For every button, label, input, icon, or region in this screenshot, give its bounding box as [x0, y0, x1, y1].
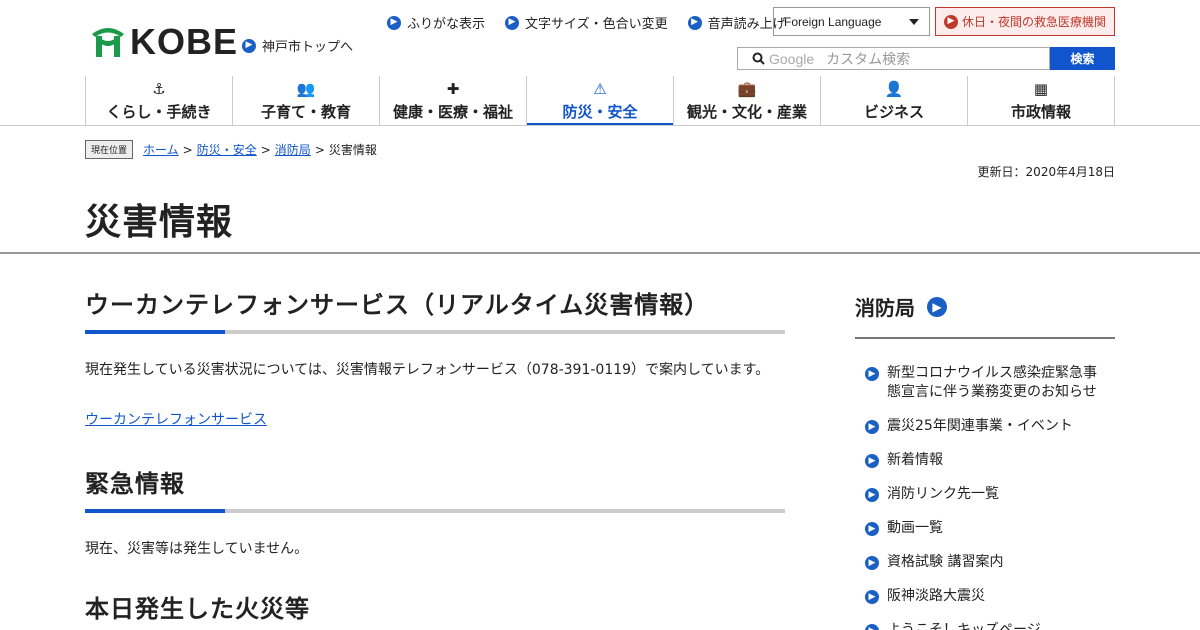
sidebar-item-videos[interactable]: ▶ 動画一覧: [865, 519, 1110, 538]
sidebar-item-kids[interactable]: ▶ ようこそ！キッズページ: [865, 621, 1110, 630]
nav-item-childcare[interactable]: 👥 子育て・教育: [233, 76, 380, 126]
sidebar-item-earthquake-25[interactable]: ▶ 震災25年関連事業・イベント: [865, 417, 1110, 436]
hospital-icon: ✚: [446, 80, 460, 98]
arrow-right-icon: ▶: [387, 15, 401, 30]
logo-text: KOBE: [130, 21, 239, 62]
telephone-service-link[interactable]: ウーカンテレフォンサービス: [85, 412, 267, 428]
sidebar-item-exams[interactable]: ▶ 資格試験 講習案内: [865, 553, 1110, 572]
heading-underline: [85, 330, 785, 334]
search-placeholder: カスタム検索: [826, 51, 911, 68]
kobe-logo[interactable]: KOBE: [88, 24, 238, 60]
arrow-right-icon: ▶: [242, 38, 256, 53]
arrow-right-icon: ▶: [865, 556, 879, 570]
arrow-right-icon: ▶: [865, 624, 879, 630]
sidebar-item-label: 資格試験 講習案内: [887, 554, 1004, 570]
breadcrumb: 現在位置 ホーム > 防災・安全 > 消防局 > 災害情報: [85, 140, 377, 159]
sidebar-divider: [855, 337, 1115, 339]
person-icon: 👤: [884, 80, 904, 98]
language-select[interactable]: Foreign Language: [773, 7, 930, 36]
sidebar-item-label: 消防リンク先一覧: [887, 486, 999, 502]
nav-label: 健康・医療・福祉: [392, 103, 513, 121]
arrow-right-icon: ▶: [865, 522, 879, 536]
arrow-right-icon: ▶: [865, 420, 879, 434]
search-icon: [752, 52, 765, 65]
arrow-right-icon: ▶: [687, 15, 702, 30]
people-icon: 👥: [296, 80, 316, 98]
building-icon: ▦: [1033, 80, 1049, 98]
breadcrumb-home[interactable]: ホーム: [143, 141, 179, 158]
updated-date: 更新日：2020年4月18日: [977, 165, 1115, 179]
google-brand: Google: [769, 50, 815, 67]
emergency-medical-link[interactable]: ▶ 休日・夜間の救急医療機関: [935, 7, 1115, 36]
nav-label: 子育て・教育: [260, 103, 351, 121]
search-button[interactable]: 検索: [1050, 47, 1115, 70]
nav-item-health[interactable]: ✚ 健康・医療・福祉: [380, 76, 527, 126]
emergency-label: 休日・夜間の救急医療機関: [961, 15, 1106, 29]
text-size-color-link[interactable]: ▶ 文字サイズ・色合い変更: [505, 13, 668, 32]
arrow-right-icon: ▶: [865, 488, 879, 502]
arrow-right-icon: ▶: [865, 590, 879, 604]
breadcrumb-safety[interactable]: 防災・安全: [197, 141, 257, 158]
nav-label: くらし・手続き: [106, 103, 212, 121]
nav-item-safety[interactable]: ⚠ 防災・安全: [527, 76, 674, 126]
sidebar-item-label: 新型コロナウイルス感染症緊急事態宣言に伴う業務変更のお知らせ: [887, 365, 1097, 400]
breadcrumb-badge: 現在位置: [85, 140, 134, 159]
arrow-right-icon: ▶: [943, 14, 958, 29]
section-heading-emergency: 緊急情報: [85, 470, 185, 498]
text-size-label: 文字サイズ・色合い変更: [525, 17, 668, 32]
breadcrumb-separator: >: [314, 142, 325, 157]
sidebar-item-links[interactable]: ▶ 消防リンク先一覧: [865, 485, 1110, 504]
utility-links: ▶ ふりがな表示 ▶ 文字サイズ・色合い変更 ▶ 音声読み上げ: [387, 13, 786, 32]
breadcrumb-fire-dept[interactable]: 消防局: [275, 141, 311, 158]
nav-label: 観光・文化・産業: [686, 103, 807, 121]
nav-label: 市政情報: [1010, 103, 1071, 121]
caret-down-icon: [909, 18, 919, 25]
city-top-link-label: 神戸市トップへ: [262, 40, 354, 55]
emergency-status-text: 現在、災害等は発生していません。: [85, 541, 309, 557]
sidebar-item-label: 動画一覧: [887, 520, 943, 536]
heading-underline: [85, 509, 785, 513]
nav-item-city-admin[interactable]: ▦ 市政情報: [968, 76, 1115, 126]
city-top-link[interactable]: ▶ 神戸市トップへ: [242, 36, 353, 55]
anchor-icon: ⚓: [152, 80, 166, 98]
breadcrumb-separator: >: [260, 142, 271, 157]
sidebar-item-label: 震災25年関連事業・イベント: [887, 418, 1073, 434]
sidebar-item-covid-notice[interactable]: ▶ 新型コロナウイルス感染症緊急事態宣言に伴う業務変更のお知らせ: [865, 364, 1110, 402]
breadcrumb-separator: >: [182, 142, 193, 157]
breadcrumb-current: 災害情報: [328, 143, 377, 157]
arrow-right-icon: ▶: [505, 15, 520, 30]
nav-label: ビジネス: [863, 103, 924, 121]
page-title: 災害情報: [85, 202, 234, 243]
arrow-right-icon: ▶: [865, 454, 879, 468]
nav-divider: [0, 125, 1200, 126]
sidebar-title-link[interactable]: 消防局 ▶: [855, 292, 947, 321]
furigana-link[interactable]: ▶ ふりがな表示: [387, 13, 485, 32]
search-input[interactable]: Google カスタム検索: [737, 47, 1050, 70]
sidebar-item-label: 新着情報: [887, 452, 943, 468]
global-nav: ⚓ くらし・手続き 👥 子育て・教育 ✚ 健康・医療・福祉 ⚠ 防災・安全 💼 …: [85, 76, 1115, 126]
sidebar-item-hanshin[interactable]: ▶ 阪神淡路大震災: [865, 587, 1110, 606]
sidebar-item-news[interactable]: ▶ 新着情報: [865, 451, 1110, 470]
section-heading-telephone: ウーカンテレフォンサービス（リアルタイム災害情報）: [85, 291, 710, 319]
kobe-emblem-icon: [92, 28, 124, 57]
suitcase-icon: 💼: [737, 80, 757, 98]
sidebar-item-label: 阪神淡路大震災: [887, 588, 985, 604]
furigana-label: ふりがな表示: [407, 17, 486, 32]
warning-icon: ⚠: [593, 80, 607, 98]
nav-item-tourism[interactable]: 💼 観光・文化・産業: [674, 76, 821, 126]
arrow-right-icon: ▶: [865, 367, 879, 381]
sidebar-list: ▶ 新型コロナウイルス感染症緊急事態宣言に伴う業務変更のお知らせ ▶ 震災25年関連…: [865, 364, 1110, 630]
title-divider: [0, 252, 1200, 254]
nav-label: 防災・安全: [562, 103, 638, 121]
sidebar-title: 消防局: [855, 296, 915, 320]
sidebar-item-label: ようこそ！キッズページ: [887, 622, 1041, 630]
read-aloud-link[interactable]: ▶ 音声読み上げ: [687, 13, 786, 32]
nav-item-business[interactable]: 👤 ビジネス: [821, 76, 968, 126]
main-content: ウーカンテレフォンサービス（リアルタイム災害情報） 現在発生している災害状況につ…: [85, 285, 785, 629]
language-select-value: Foreign Language: [784, 14, 882, 29]
telephone-description: 現在発生している災害状況については、災害情報テレフォンサービス（078-391-…: [85, 362, 770, 378]
section-heading-today-fires: 本日発生した火災等: [85, 595, 310, 623]
nav-item-living[interactable]: ⚓ くらし・手続き: [86, 76, 233, 126]
arrow-right-icon: ▶: [927, 296, 947, 317]
